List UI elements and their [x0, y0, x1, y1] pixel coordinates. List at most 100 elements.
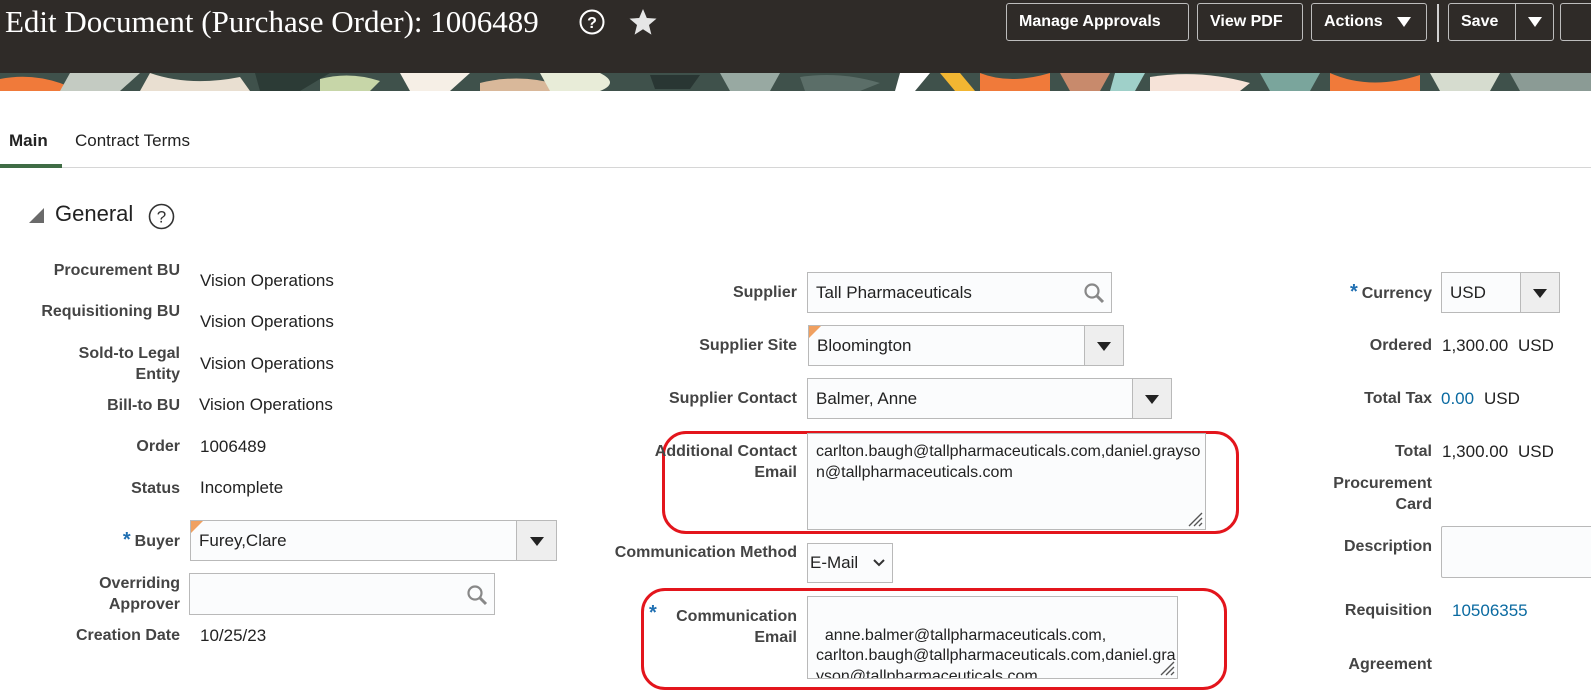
split-divider — [1515, 4, 1516, 40]
help-circle-icon[interactable]: ? — [579, 9, 605, 35]
save-split-button[interactable]: Save — [1448, 3, 1554, 41]
description-label: Description — [1343, 538, 1432, 555]
currency-label: * Currency — [1290, 282, 1432, 304]
supplier-contact-input[interactable]: Balmer, Anne — [807, 378, 1134, 419]
communication-email-label: * Communication Email — [630, 602, 797, 648]
supplier-input[interactable]: Tall Pharmaceuticals — [807, 272, 1112, 313]
save-menu-chevron-icon[interactable] — [1528, 17, 1542, 27]
chevron-down-icon — [873, 559, 885, 567]
agreement-label: Agreement — [1348, 656, 1432, 673]
bill-to-bu-label: Bill-to BU — [107, 397, 180, 414]
supplier-contact-label: Supplier Contact — [668, 390, 797, 407]
active-tab-indicator — [0, 164, 62, 168]
additional-contact-email-value: carlton.baugh@tallpharmaceuticals.com,da… — [816, 443, 1201, 481]
required-asterisk: * — [1349, 281, 1358, 303]
status-value: Incomplete — [200, 478, 284, 497]
creation-date-label: Creation Date — [75, 627, 180, 644]
supplier-contact-dropdown-button[interactable] — [1132, 378, 1172, 419]
currency-dropdown-button[interactable] — [1520, 272, 1560, 313]
actions-button[interactable]: Actions — [1311, 3, 1427, 41]
page-title: Edit Document (Purchase Order): 1006489 — [5, 4, 539, 39]
requisitioning-bu-label: Requisitioning BU — [41, 303, 180, 320]
star-icon[interactable] — [627, 6, 659, 38]
sold-to-legal-entity-label: Sold-to Legal Entity — [78, 345, 180, 383]
overriding-approver-input[interactable] — [189, 573, 495, 615]
total-tax-unit: USD — [1484, 389, 1520, 408]
order-label: Order — [136, 438, 180, 455]
total-tax-label: Total Tax — [1364, 390, 1432, 407]
resize-grip-icon[interactable] — [1183, 507, 1203, 527]
requisitioning-bu-value: Vision Operations — [200, 312, 334, 331]
overflow-button[interactable] — [1560, 3, 1591, 41]
total-tax-link[interactable]: 0.00 — [1441, 388, 1474, 409]
communication-method-select[interactable]: E-Mail — [807, 543, 893, 583]
supplier-input-value: Tall Pharmaceuticals — [816, 283, 972, 302]
manage-approvals-button[interactable]: Manage Approvals — [1006, 3, 1189, 41]
page-header: Edit Document (Purchase Order): 1006489 … — [0, 0, 1591, 73]
chevron-down-icon — [1533, 288, 1547, 298]
search-icon[interactable] — [466, 584, 488, 606]
triangle-collapse-icon[interactable] — [27, 206, 45, 224]
description-textarea[interactable] — [1441, 526, 1591, 578]
section-title: General — [55, 201, 134, 226]
save-label: Save — [1461, 13, 1499, 30]
modified-indicator — [809, 326, 821, 338]
buyer-input[interactable]: Furey,Clare — [190, 520, 518, 561]
communication-method-label: Communication Method — [614, 544, 797, 561]
supplier-site-input-value: Bloomington — [817, 336, 912, 355]
svg-text:?: ? — [157, 208, 166, 227]
tab-contract-terms[interactable]: Contract Terms — [75, 131, 190, 151]
buyer-input-value: Furey,Clare — [199, 531, 287, 550]
supplier-site-dropdown-button[interactable] — [1084, 325, 1124, 366]
supplier-site-input[interactable]: Bloomington — [808, 325, 1085, 366]
order-value: 1006489 — [200, 437, 267, 456]
communication-email-value: anne.balmer@tallpharmaceuticals.com, car… — [816, 626, 1176, 679]
overriding-approver-label: Overriding Approver — [99, 575, 180, 613]
communication-method-value: E-Mail — [810, 553, 859, 572]
chevron-down-icon — [1097, 341, 1111, 351]
search-icon[interactable] — [1083, 282, 1105, 304]
chevron-down-icon — [1145, 394, 1159, 404]
currency-input[interactable]: USD — [1441, 272, 1522, 313]
required-asterisk: * — [649, 602, 657, 624]
svg-text:?: ? — [587, 15, 597, 32]
ordered-value: 1,300.00 — [1442, 336, 1509, 355]
toolbar-divider — [1437, 4, 1439, 42]
required-asterisk: * — [122, 529, 131, 551]
currency-input-value: USD — [1450, 283, 1486, 302]
supplier-contact-input-value: Balmer, Anne — [816, 389, 918, 408]
total-value: 1,300.00 — [1442, 442, 1509, 461]
buyer-label: * Buyer — [40, 530, 180, 552]
procurement-bu-value: Vision Operations — [200, 271, 334, 290]
ordered-label: Ordered — [1369, 337, 1432, 354]
creation-date-value: 10/25/23 — [200, 626, 267, 645]
supplier-label: Supplier — [732, 284, 797, 301]
help-circle-icon[interactable]: ? — [148, 203, 175, 230]
chevron-down-icon — [1397, 16, 1412, 27]
modified-indicator — [191, 521, 203, 533]
buyer-label-text: Buyer — [134, 533, 180, 550]
status-label: Status — [131, 480, 180, 497]
decorative-banner — [0, 73, 1591, 91]
procurement-card-label: Procurement Card — [1333, 475, 1432, 513]
supplier-site-label: Supplier Site — [699, 337, 797, 354]
additional-contact-email-label: Additional Contact Email — [654, 443, 797, 481]
tab-main[interactable]: Main — [9, 131, 48, 151]
communication-email-label-text: Communication Email — [676, 608, 797, 646]
view-pdf-button[interactable]: View PDF — [1197, 3, 1303, 41]
currency-label-text: Currency — [1361, 285, 1432, 302]
actions-label: Actions — [1324, 13, 1383, 30]
communication-email-textarea[interactable]: anne.balmer@tallpharmaceuticals.com, car… — [807, 596, 1178, 679]
bill-to-bu-value: Vision Operations — [199, 395, 333, 414]
ordered-unit: USD — [1518, 336, 1554, 355]
requisition-label: Requisition — [1344, 602, 1432, 619]
additional-contact-email-textarea[interactable]: carlton.baugh@tallpharmaceuticals.com,da… — [807, 433, 1206, 530]
sold-to-legal-entity-value: Vision Operations — [200, 354, 334, 373]
procurement-bu-label: Procurement BU — [53, 262, 180, 279]
requisition-link[interactable]: 10506355 — [1452, 600, 1528, 621]
tab-bar: Main Contract Terms — [0, 120, 1591, 168]
buyer-dropdown-button[interactable] — [516, 520, 557, 561]
total-unit: USD — [1518, 442, 1554, 461]
resize-grip-icon[interactable] — [1155, 656, 1175, 676]
chevron-down-icon — [529, 536, 544, 546]
